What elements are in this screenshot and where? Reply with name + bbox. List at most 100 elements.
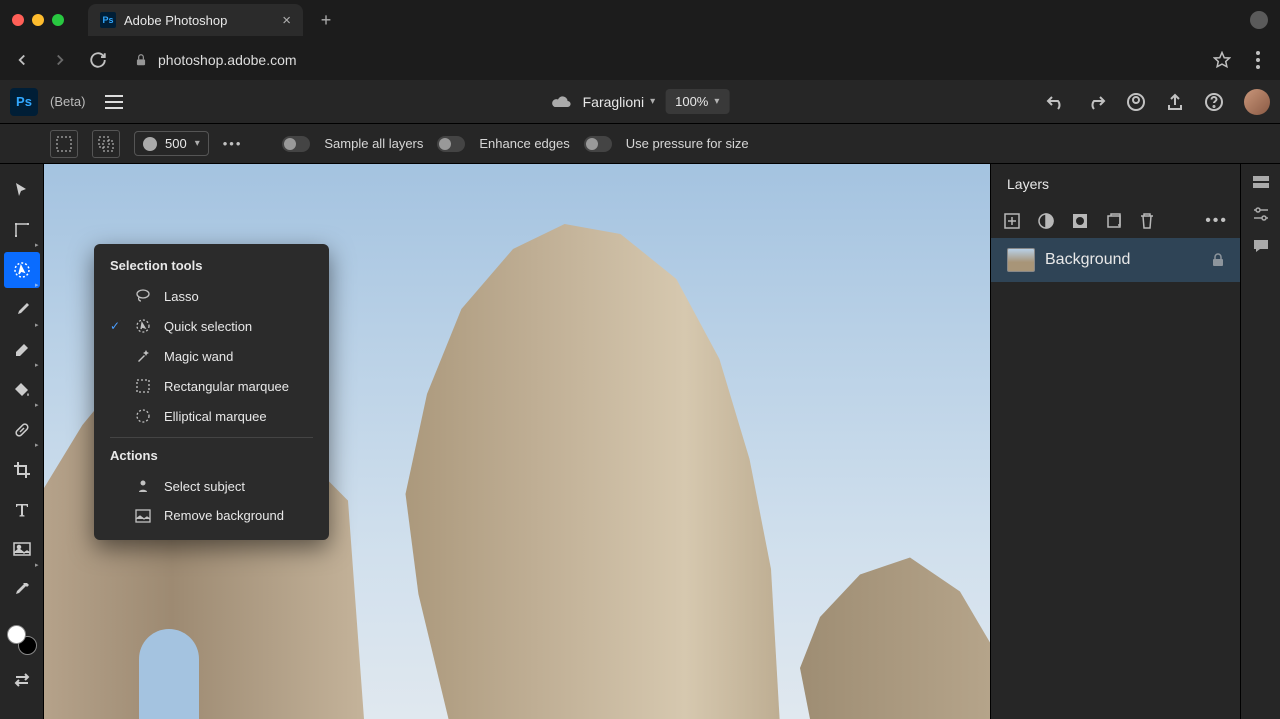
brush-size-value: 500	[165, 136, 187, 151]
redo-button[interactable]	[1086, 94, 1106, 110]
lasso-icon	[134, 288, 152, 304]
selection-tools-popup: Selection tools Lasso ✓ Quick selection …	[94, 244, 329, 540]
remove-background-icon	[134, 509, 152, 523]
lasso-tool-option[interactable]: Lasso	[94, 281, 329, 311]
beta-label: (Beta)	[50, 94, 85, 109]
sample-all-layers-label: Sample all layers	[324, 136, 423, 151]
forward-button[interactable]	[50, 50, 70, 70]
layers-panel-title: Layers	[991, 164, 1240, 204]
use-pressure-toggle[interactable]	[584, 136, 612, 152]
layers-panel: Layers ••• Background	[990, 164, 1240, 719]
enhance-edges-toggle[interactable]	[437, 136, 465, 152]
address-field[interactable]: photoshop.adobe.com	[126, 52, 1194, 68]
browser-menu-button[interactable]	[1248, 50, 1268, 70]
brush-tool[interactable]	[4, 292, 40, 328]
popup-section-header: Actions	[94, 444, 329, 471]
window-controls	[12, 14, 64, 26]
adjustment-layer-button[interactable]	[1037, 212, 1055, 230]
remove-background-action[interactable]: Remove background	[94, 501, 329, 530]
use-pressure-label: Use pressure for size	[626, 136, 749, 151]
elliptical-marquee-tool-option[interactable]: Elliptical marquee	[94, 401, 329, 431]
brush-preview-icon	[143, 137, 157, 151]
comments-button[interactable]	[1252, 238, 1270, 254]
mask-button[interactable]	[1071, 212, 1089, 230]
transform-tool[interactable]	[4, 212, 40, 248]
eraser-tool[interactable]	[4, 332, 40, 368]
tools-toolbar	[0, 164, 44, 719]
layers-panel-actions: •••	[991, 204, 1240, 238]
cloud-icon	[551, 94, 573, 110]
selection-tool[interactable]	[4, 252, 40, 288]
browser-chrome: Ps Adobe Photoshop × + photoshop.adobe.c…	[0, 0, 1280, 80]
color-swatches[interactable]	[4, 622, 40, 658]
browser-profile-button[interactable]	[1250, 11, 1268, 29]
zoom-dropdown[interactable]: 100% ▾	[665, 89, 729, 114]
lock-icon	[134, 53, 148, 67]
chevron-down-icon: ▾	[195, 138, 200, 149]
eyedropper-tool[interactable]	[4, 572, 40, 608]
new-selection-mode[interactable]	[50, 130, 78, 158]
type-tool[interactable]	[4, 492, 40, 528]
adjustments-button[interactable]	[1251, 206, 1271, 222]
reload-button[interactable]	[88, 50, 108, 70]
app-body: Selection tools Lasso ✓ Quick selection …	[0, 164, 1280, 719]
close-window-button[interactable]	[12, 14, 24, 26]
panel-menu-button[interactable]: •••	[1205, 212, 1228, 230]
crop-tool[interactable]	[4, 452, 40, 488]
user-avatar[interactable]	[1244, 89, 1270, 115]
canvas-area[interactable]: Selection tools Lasso ✓ Quick selection …	[44, 164, 990, 719]
magic-wand-tool-option[interactable]: Magic wand	[94, 341, 329, 371]
share-button[interactable]	[1166, 93, 1184, 111]
select-subject-icon	[134, 478, 152, 494]
swap-colors-button[interactable]	[4, 662, 40, 698]
popup-section-header: Selection tools	[94, 254, 329, 281]
right-rail	[1240, 164, 1280, 719]
document-name-dropdown[interactable]: Faraglioni ▾	[583, 94, 656, 110]
close-tab-button[interactable]: ×	[282, 12, 291, 29]
add-layer-button[interactable]	[1003, 212, 1021, 230]
back-button[interactable]	[12, 50, 32, 70]
help-button[interactable]	[1204, 92, 1224, 112]
delete-layer-button[interactable]	[1139, 212, 1155, 230]
photoshop-logo-icon[interactable]: Ps	[10, 88, 38, 116]
chevron-down-icon: ▾	[650, 96, 655, 107]
fill-tool[interactable]	[4, 372, 40, 408]
tab-title: Adobe Photoshop	[124, 13, 227, 28]
main-menu-button[interactable]	[105, 95, 123, 109]
sample-all-layers-toggle[interactable]	[282, 136, 310, 152]
add-selection-mode[interactable]	[92, 130, 120, 158]
popup-divider	[110, 437, 313, 438]
quick-selection-tool-option[interactable]: ✓ Quick selection	[94, 311, 329, 341]
browser-tab-bar: Ps Adobe Photoshop × +	[0, 0, 1280, 40]
healing-tool[interactable]	[4, 412, 40, 448]
select-subject-action[interactable]: Select subject	[94, 471, 329, 501]
photoshop-favicon-icon: Ps	[100, 12, 116, 28]
rectangular-marquee-icon	[134, 378, 152, 394]
brush-size-control[interactable]: 500 ▾	[134, 131, 209, 156]
account-icon[interactable]	[1126, 92, 1146, 112]
browser-tab[interactable]: Ps Adobe Photoshop ×	[88, 4, 303, 36]
photoshop-app: Ps (Beta) Faraglioni ▾ 100% ▾ 500 ▾ ••• …	[0, 80, 1280, 719]
more-options-button[interactable]: •••	[223, 136, 243, 151]
layer-row-background[interactable]: Background	[991, 238, 1240, 282]
document-title-group: Faraglioni ▾ 100% ▾	[551, 89, 730, 114]
bookmark-star-icon[interactable]	[1212, 50, 1232, 70]
undo-button[interactable]	[1046, 94, 1066, 110]
check-icon: ✓	[110, 319, 122, 333]
rectangular-marquee-tool-option[interactable]: Rectangular marquee	[94, 371, 329, 401]
lock-icon[interactable]	[1212, 253, 1224, 267]
browser-address-bar: photoshop.adobe.com	[0, 40, 1280, 80]
magic-wand-icon	[134, 348, 152, 364]
maximize-window-button[interactable]	[52, 14, 64, 26]
url-text: photoshop.adobe.com	[158, 52, 297, 68]
chevron-down-icon: ▾	[714, 96, 719, 107]
move-tool[interactable]	[4, 172, 40, 208]
new-tab-button[interactable]: +	[313, 7, 339, 33]
place-image-tool[interactable]	[4, 532, 40, 568]
panels-toggle-button[interactable]	[1251, 174, 1271, 190]
minimize-window-button[interactable]	[32, 14, 44, 26]
quick-selection-icon	[134, 318, 152, 334]
layer-name: Background	[1045, 251, 1130, 269]
app-header: Ps (Beta) Faraglioni ▾ 100% ▾	[0, 80, 1280, 124]
group-button[interactable]	[1105, 212, 1123, 230]
